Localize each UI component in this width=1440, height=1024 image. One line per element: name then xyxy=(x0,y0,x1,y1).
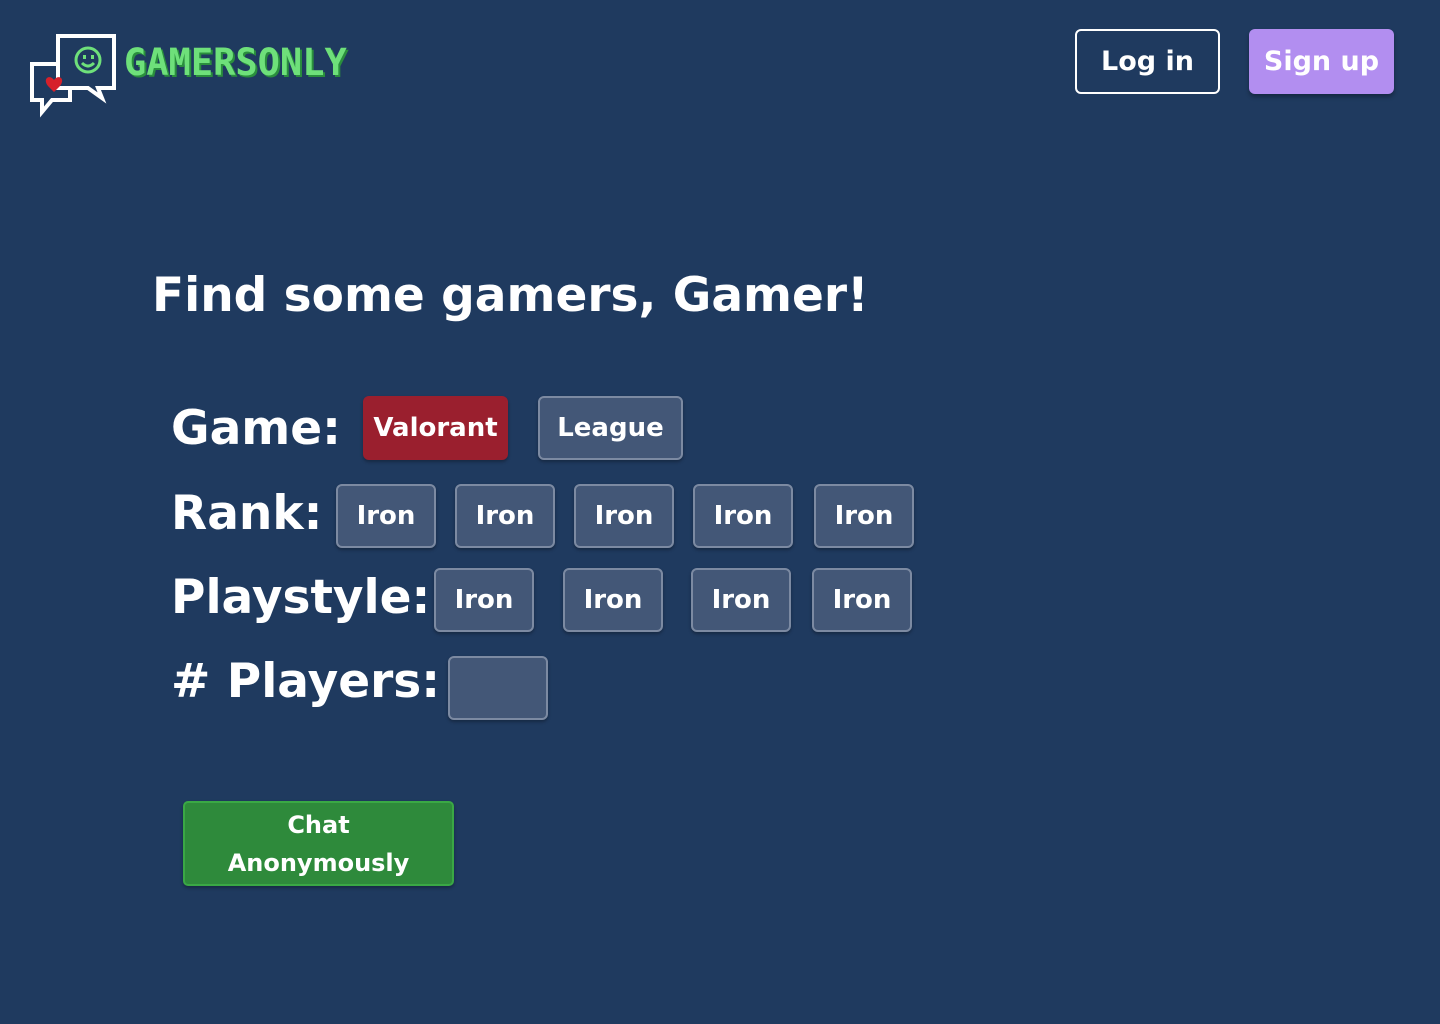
playstyle-label: Playstyle: xyxy=(171,570,431,625)
playstyle-option[interactable]: Iron xyxy=(812,568,912,632)
rank-option[interactable]: Iron xyxy=(574,484,674,548)
rank-option[interactable]: Iron xyxy=(455,484,555,548)
login-button[interactable]: Log in xyxy=(1075,29,1220,94)
game-option-valorant[interactable]: Valorant xyxy=(363,396,508,460)
brand-name: GAMERSONLY xyxy=(124,41,347,84)
playstyle-option[interactable]: Iron xyxy=(691,568,791,632)
chat-button-line1: Chat xyxy=(287,810,350,839)
playstyle-option[interactable]: Iron xyxy=(434,568,534,632)
rank-option[interactable]: Iron xyxy=(814,484,914,548)
game-label: Game: xyxy=(171,401,341,456)
signup-button[interactable]: Sign up xyxy=(1249,29,1394,94)
logo[interactable] xyxy=(28,30,118,122)
rank-option[interactable]: Iron xyxy=(336,484,436,548)
page-title: Find some gamers, Gamer! xyxy=(152,268,869,323)
game-option-league[interactable]: League xyxy=(538,396,683,460)
playstyle-option[interactable]: Iron xyxy=(563,568,663,632)
chat-anonymously-button[interactable]: Chat Anonymously xyxy=(183,801,454,886)
rank-label: Rank: xyxy=(171,486,323,541)
rank-option[interactable]: Iron xyxy=(693,484,793,548)
players-count-input[interactable] xyxy=(448,656,548,720)
players-label: # Players: xyxy=(171,654,441,709)
chat-bubbles-logo-icon xyxy=(30,34,116,118)
chat-button-line2: Anonymously xyxy=(227,848,410,877)
